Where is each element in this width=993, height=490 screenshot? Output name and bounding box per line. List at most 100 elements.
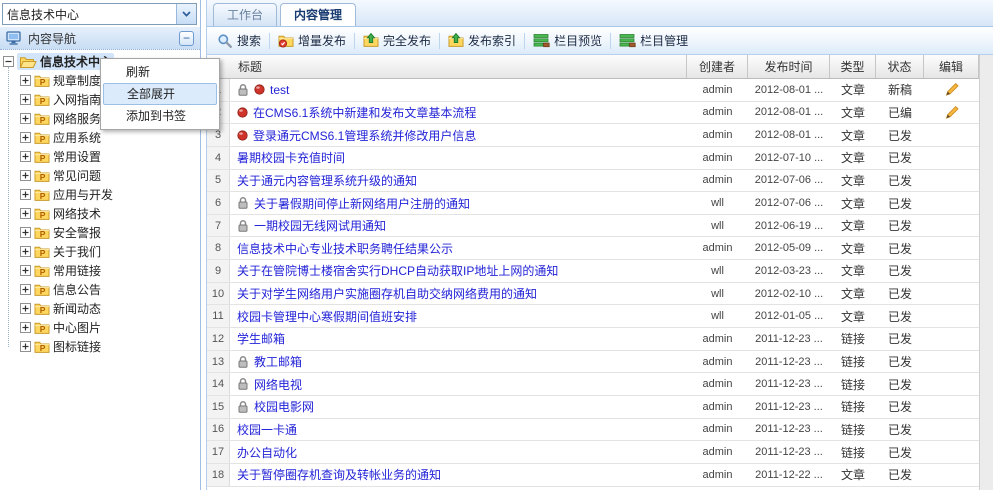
tree-item-label[interactable]: 应用与开发 bbox=[53, 186, 113, 203]
toolbar-button-full-publish[interactable]: 完全发布 bbox=[358, 30, 436, 51]
row-creator: admin bbox=[687, 396, 748, 418]
row-title-link[interactable]: test bbox=[270, 83, 289, 97]
tree-item-label[interactable]: 入网指南 bbox=[53, 91, 101, 108]
table-row: 13 教工邮箱admin2011-12-23 ...链接已发 bbox=[207, 351, 979, 374]
table-row: 2 在CMS6.1系统中新建和发布文章基本流程admin2012-08-01 .… bbox=[207, 102, 979, 125]
table-row: 1 testadmin2012-08-01 ...文章新稿 bbox=[207, 79, 979, 102]
table-row: 11校园卡管理中心寒假期间值班安排wll2012-01-05 ...文章已发 bbox=[207, 305, 979, 328]
header-publish-time[interactable]: 发布时间 bbox=[748, 55, 830, 78]
tree-item[interactable]: P常用设置 bbox=[17, 147, 200, 166]
row-title-link[interactable]: 校园一卡通 bbox=[237, 421, 297, 438]
toolbar-button-label: 完全发布 bbox=[383, 32, 431, 49]
edit-pencil-icon[interactable] bbox=[944, 105, 959, 120]
edit-pencil-icon[interactable] bbox=[944, 82, 959, 97]
site-selector[interactable]: 信息技术中心 bbox=[2, 3, 197, 25]
menu-item[interactable]: 刷新 bbox=[103, 61, 217, 83]
row-edit-cell bbox=[924, 283, 979, 305]
tree-item-label[interactable]: 图标链接 bbox=[53, 338, 101, 355]
row-title-link[interactable]: 关于暑假期间停止新网络用户注册的通知 bbox=[254, 195, 470, 212]
row-title-link[interactable]: 登录通元CMS6.1管理系统并修改用户信息 bbox=[253, 127, 476, 144]
tree-item-label[interactable]: 规章制度 bbox=[53, 72, 101, 89]
tab-workbench[interactable]: 工作台 bbox=[213, 3, 277, 26]
row-publish-time: 2011-12-23 ... bbox=[748, 441, 830, 463]
row-edit-cell bbox=[924, 124, 979, 146]
row-creator: admin bbox=[687, 237, 748, 259]
row-type: 链接 bbox=[830, 328, 876, 350]
tree-item-label[interactable]: 中心图片 bbox=[53, 319, 101, 336]
row-type: 链接 bbox=[830, 373, 876, 395]
header-creator[interactable]: 创建者 bbox=[687, 55, 748, 78]
toolbar-button-incremental-publish[interactable]: 增量发布 bbox=[273, 30, 351, 51]
svg-text:P: P bbox=[40, 248, 46, 258]
tree-item[interactable]: P常用链接 bbox=[17, 261, 200, 280]
site-selector-dropdown-button[interactable] bbox=[176, 4, 196, 24]
row-title-link[interactable]: 信息技术中心专业技术职务聘任结果公示 bbox=[237, 240, 453, 257]
expander-plus-icon bbox=[20, 113, 31, 124]
row-title-link[interactable]: 教工邮箱 bbox=[254, 353, 302, 370]
table-row: 7 一期校园无线网试用通知wll2012-06-19 ...文章已发 bbox=[207, 215, 979, 238]
row-title-link[interactable]: 校园电影网 bbox=[254, 398, 314, 415]
tree-item-label[interactable]: 网络技术 bbox=[53, 205, 101, 222]
tree-item-label[interactable]: 关于我们 bbox=[53, 243, 101, 260]
row-title-link[interactable]: 网络电视 bbox=[254, 376, 302, 393]
tree-item-label[interactable]: 常用链接 bbox=[53, 262, 101, 279]
tree-item[interactable]: P常见问题 bbox=[17, 166, 200, 185]
row-type: 文章 bbox=[830, 192, 876, 214]
row-title-link[interactable]: 关于暂停圈存机查询及转帐业务的通知 bbox=[237, 466, 441, 483]
search-icon bbox=[217, 33, 233, 49]
tree-item[interactable]: P 关于我们 bbox=[17, 242, 200, 261]
row-title-cell: 办公自动化 bbox=[230, 441, 687, 463]
toolbar-button-label: 增量发布 bbox=[298, 32, 346, 49]
tab-content-management[interactable]: 内容管理 bbox=[280, 3, 356, 26]
folder-p-icon: P bbox=[34, 149, 50, 164]
menu-item[interactable]: 全部展开 bbox=[103, 83, 217, 105]
tree-item[interactable]: P应用系统 bbox=[17, 128, 200, 147]
folder-p-icon: P bbox=[34, 187, 50, 202]
tree-item-label[interactable]: 新闻动态 bbox=[53, 300, 101, 317]
tree-item-label[interactable]: 常见问题 bbox=[53, 167, 101, 184]
folder-p-icon: P bbox=[34, 206, 50, 221]
collapse-panel-button[interactable]: − bbox=[179, 31, 194, 46]
row-title-link[interactable]: 关于通元内容管理系统升级的通知 bbox=[237, 172, 417, 189]
row-title-link[interactable]: 在CMS6.1系统中新建和发布文章基本流程 bbox=[253, 104, 476, 121]
tree-item-label[interactable]: 网络服务 bbox=[53, 110, 101, 127]
row-edit-cell bbox=[924, 441, 979, 463]
header-edit[interactable]: 编辑 bbox=[924, 55, 979, 78]
toolbar-button-search[interactable]: 搜索 bbox=[212, 30, 266, 51]
tree-item-label[interactable]: 应用系统 bbox=[53, 129, 101, 146]
tree-item[interactable]: P图标链接 bbox=[17, 337, 200, 356]
tree-item-label[interactable]: 信息公告 bbox=[53, 281, 101, 298]
row-creator: admin bbox=[687, 102, 748, 124]
row-title-link[interactable]: 校园卡管理中心寒假期间值班安排 bbox=[237, 308, 417, 325]
tree-item-label[interactable]: 常用设置 bbox=[53, 148, 101, 165]
tree-item[interactable]: P新闻动态 bbox=[17, 299, 200, 318]
row-title-link[interactable]: 关于对学生网络用户实施圈存机自助交纳网络费用的通知 bbox=[237, 285, 537, 302]
menu-item[interactable]: 添加到书签 bbox=[103, 105, 217, 127]
svg-text:P: P bbox=[40, 115, 46, 125]
header-title[interactable]: 标题 bbox=[230, 55, 687, 78]
red-dot-icon bbox=[237, 130, 248, 141]
header-status[interactable]: 状态 bbox=[876, 55, 924, 78]
toolbar-button-column-preview[interactable]: 栏目预览 bbox=[528, 30, 607, 51]
row-edit-cell bbox=[924, 192, 979, 214]
tree-item[interactable]: P信息公告 bbox=[17, 280, 200, 299]
content-nav-panel-header: 内容导航 − bbox=[0, 27, 200, 50]
row-title-link[interactable]: 关于在管院博士楼宿舍实行DHCP自动获取IP地址上网的通知 bbox=[237, 262, 558, 279]
tree-item[interactable]: P安全警报 bbox=[17, 223, 200, 242]
row-publish-time: 2011-12-23 ... bbox=[748, 419, 830, 441]
row-title-link[interactable]: 暑期校园卡充值时间 bbox=[237, 149, 345, 166]
row-title-cell: 关于暂停圈存机查询及转帐业务的通知 bbox=[230, 464, 687, 486]
row-title-link[interactable]: 一期校园无线网试用通知 bbox=[254, 217, 386, 234]
row-number: 11 bbox=[207, 305, 230, 327]
tree-item[interactable]: P网络技术 bbox=[17, 204, 200, 223]
toolbar-button-column-manage[interactable]: 栏目管理 bbox=[614, 30, 693, 51]
tree-item[interactable]: P中心图片 bbox=[17, 318, 200, 337]
vertical-scrollbar-track[interactable] bbox=[979, 55, 993, 490]
row-creator: wll bbox=[687, 192, 748, 214]
header-type[interactable]: 类型 bbox=[830, 55, 876, 78]
row-title-link[interactable]: 学生邮箱 bbox=[237, 330, 285, 347]
tree-item-label[interactable]: 安全警报 bbox=[53, 224, 101, 241]
tree-item[interactable]: P应用与开发 bbox=[17, 185, 200, 204]
row-title-link[interactable]: 办公自动化 bbox=[237, 444, 297, 461]
toolbar-button-publish-index[interactable]: 发布索引 bbox=[443, 30, 521, 51]
